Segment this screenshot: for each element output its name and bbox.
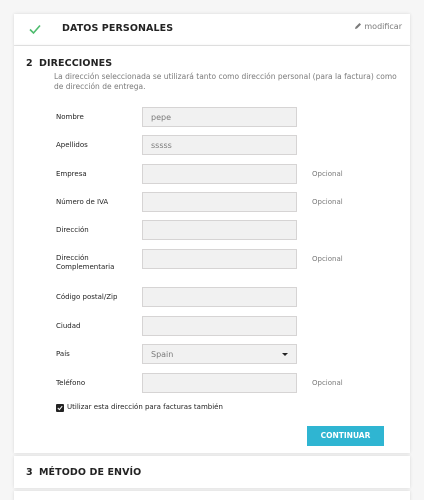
step-number: 3 xyxy=(26,467,33,478)
field-label: Dirección Complementaria xyxy=(56,254,115,271)
continue-button[interactable]: CONTINUAR xyxy=(307,426,384,446)
field-label: Número de IVA xyxy=(56,198,109,206)
direccion-field[interactable] xyxy=(142,220,297,240)
optional-hint: Opcional xyxy=(312,170,343,178)
form-row-telefono: Teléfono Opcional xyxy=(14,373,410,393)
direccion-complementaria-field[interactable] xyxy=(142,249,297,269)
field-label: Código postal/Zip xyxy=(56,293,118,301)
invoice-address-label: Utilizar esta dirección para facturas ta… xyxy=(67,403,223,411)
field-label: Teléfono xyxy=(56,379,86,387)
shipping-method-title: MÉTODO DE ENVÍO xyxy=(39,467,142,478)
form-row-pais: País Spain xyxy=(14,344,410,364)
personal-data-title: DATOS PERSONALES xyxy=(62,23,174,34)
optional-hint: Opcional xyxy=(312,255,343,263)
nombre-field[interactable] xyxy=(142,107,297,127)
invoice-address-checkbox[interactable] xyxy=(56,404,64,412)
addresses-intro: La dirección seleccionada se utilizará t… xyxy=(54,72,397,91)
phone-field[interactable] xyxy=(142,373,297,393)
form-row-nombre: Nombre xyxy=(14,107,410,127)
country-value: Spain xyxy=(151,350,174,359)
postal-code-field[interactable] xyxy=(142,287,297,307)
addresses-title: DIRECCIONES xyxy=(39,58,113,69)
modify-label: modificar xyxy=(364,22,402,31)
apellidos-field[interactable] xyxy=(142,135,297,155)
form-row-iva: Número de IVA Opcional xyxy=(14,192,410,212)
form-row-cp: Código postal/Zip xyxy=(14,287,410,307)
shipping-method-step[interactable]: 3 MÉTODO DE ENVÍO xyxy=(14,456,410,488)
field-label: Nombre xyxy=(56,113,84,121)
field-label: País xyxy=(56,350,70,358)
form-row-ciudad: Ciudad xyxy=(14,316,410,336)
optional-hint: Opcional xyxy=(312,379,343,387)
personal-data-step[interactable]: DATOS PERSONALES modificar xyxy=(14,14,410,46)
form-row-direccion2: Dirección Complementaria Opcional xyxy=(14,249,410,271)
addresses-step: 2 DIRECCIONES La dirección seleccionada … xyxy=(14,46,410,453)
check-icon xyxy=(28,21,42,35)
form-row-apellidos: Apellidos xyxy=(14,135,410,155)
optional-hint: Opcional xyxy=(312,198,343,206)
next-step-card xyxy=(14,491,410,500)
field-label: Empresa xyxy=(56,170,87,178)
iva-field[interactable] xyxy=(142,192,297,212)
field-label: Ciudad xyxy=(56,322,81,330)
pencil-icon xyxy=(354,22,362,30)
country-select[interactable]: Spain xyxy=(142,344,297,364)
step-number: 2 xyxy=(26,58,33,69)
caret-down-icon xyxy=(282,353,288,356)
modify-link[interactable]: modificar xyxy=(354,22,402,31)
field-label: Dirección xyxy=(56,226,89,234)
form-row-empresa: Empresa Opcional xyxy=(14,164,410,184)
form-row-direccion: Dirección xyxy=(14,220,410,240)
field-label: Apellidos xyxy=(56,141,88,149)
empresa-field[interactable] xyxy=(142,164,297,184)
city-field[interactable] xyxy=(142,316,297,336)
